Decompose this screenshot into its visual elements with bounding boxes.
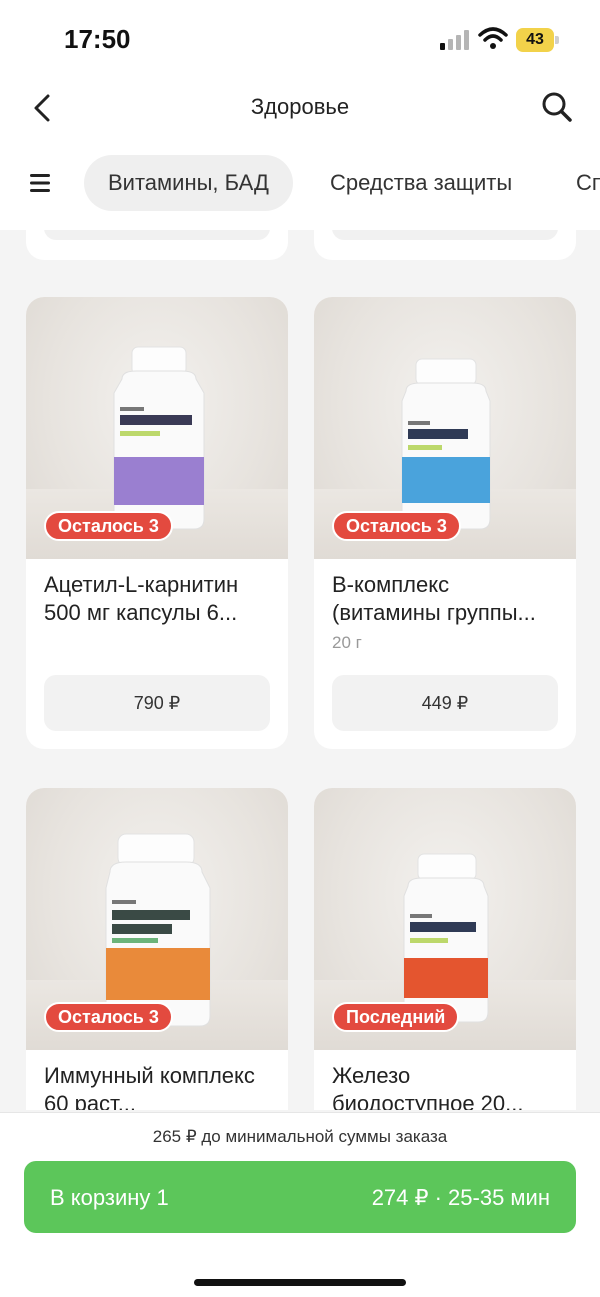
product-title: Железо биодоступное 20... bbox=[332, 1063, 524, 1110]
product-card[interactable]: Последний Железо биодоступное 20... bbox=[314, 788, 576, 1110]
product-card-partial[interactable] bbox=[314, 230, 576, 260]
cart-button-label: В корзину 1 bbox=[50, 1185, 169, 1210]
signal-icon bbox=[440, 30, 469, 50]
category-chip-next[interactable]: Сп bbox=[576, 155, 600, 211]
product-title: Ацетил-L-карнитин 500 мг капсулы 6... bbox=[44, 572, 239, 625]
search-icon[interactable] bbox=[540, 90, 574, 124]
battery-tip bbox=[555, 36, 559, 44]
cart-button-info: 274 ₽ · 25-35 мин bbox=[371, 1185, 550, 1210]
stock-badge: Осталось 3 bbox=[44, 1002, 173, 1032]
product-weight: 20 г bbox=[332, 633, 362, 652]
status-time: 17:50 bbox=[64, 24, 131, 54]
product-card[interactable]: Осталось 3 B-комплекс (витамины группы..… bbox=[314, 297, 576, 749]
category-bar: Витамины, БАД Средства защиты Сп bbox=[0, 138, 600, 230]
add-to-cart-button[interactable]: В корзину 1 274 ₽ · 25-35 мин bbox=[24, 1161, 576, 1233]
category-chip-vitamins[interactable]: Витамины, БАД bbox=[84, 155, 293, 211]
price-button-stub[interactable] bbox=[44, 230, 270, 240]
stock-badge: Последний bbox=[332, 1002, 460, 1032]
status-bar: 17:50 43 bbox=[0, 0, 600, 78]
price-button[interactable]: 449 ₽ bbox=[332, 675, 558, 731]
product-title: Иммунный комплекс 60 раст... bbox=[44, 1063, 255, 1110]
product-card[interactable]: Осталось 3 Ацетил-L-карнитин 500 мг капс… bbox=[26, 297, 288, 749]
wifi-icon bbox=[478, 27, 508, 49]
category-chip-protection[interactable]: Средства защиты bbox=[330, 155, 512, 211]
page-title: Здоровье bbox=[250, 94, 350, 119]
product-title: B-комплекс (витамины группы... bbox=[332, 572, 536, 625]
cart-panel: 265 ₽ до минимальной суммы заказа В корз… bbox=[0, 1112, 600, 1297]
price-button[interactable]: 790 ₽ bbox=[44, 675, 270, 731]
home-indicator bbox=[194, 1279, 406, 1286]
price-button-stub[interactable] bbox=[332, 230, 558, 240]
menu-icon[interactable] bbox=[28, 172, 52, 194]
min-order-notice: 265 ₽ до минимальной суммы заказа bbox=[152, 1127, 448, 1146]
battery-indicator: 43 bbox=[516, 28, 554, 52]
product-grid: Осталось 3 Ацетил-L-карнитин 500 мг капс… bbox=[0, 230, 600, 1110]
product-card[interactable]: Осталось 3 Иммунный комплекс 60 раст... bbox=[26, 788, 288, 1110]
stock-badge: Осталось 3 bbox=[332, 511, 461, 541]
product-card-partial[interactable] bbox=[26, 230, 288, 260]
stock-badge: Осталось 3 bbox=[44, 511, 173, 541]
nav-bar: Здоровье bbox=[0, 78, 600, 138]
